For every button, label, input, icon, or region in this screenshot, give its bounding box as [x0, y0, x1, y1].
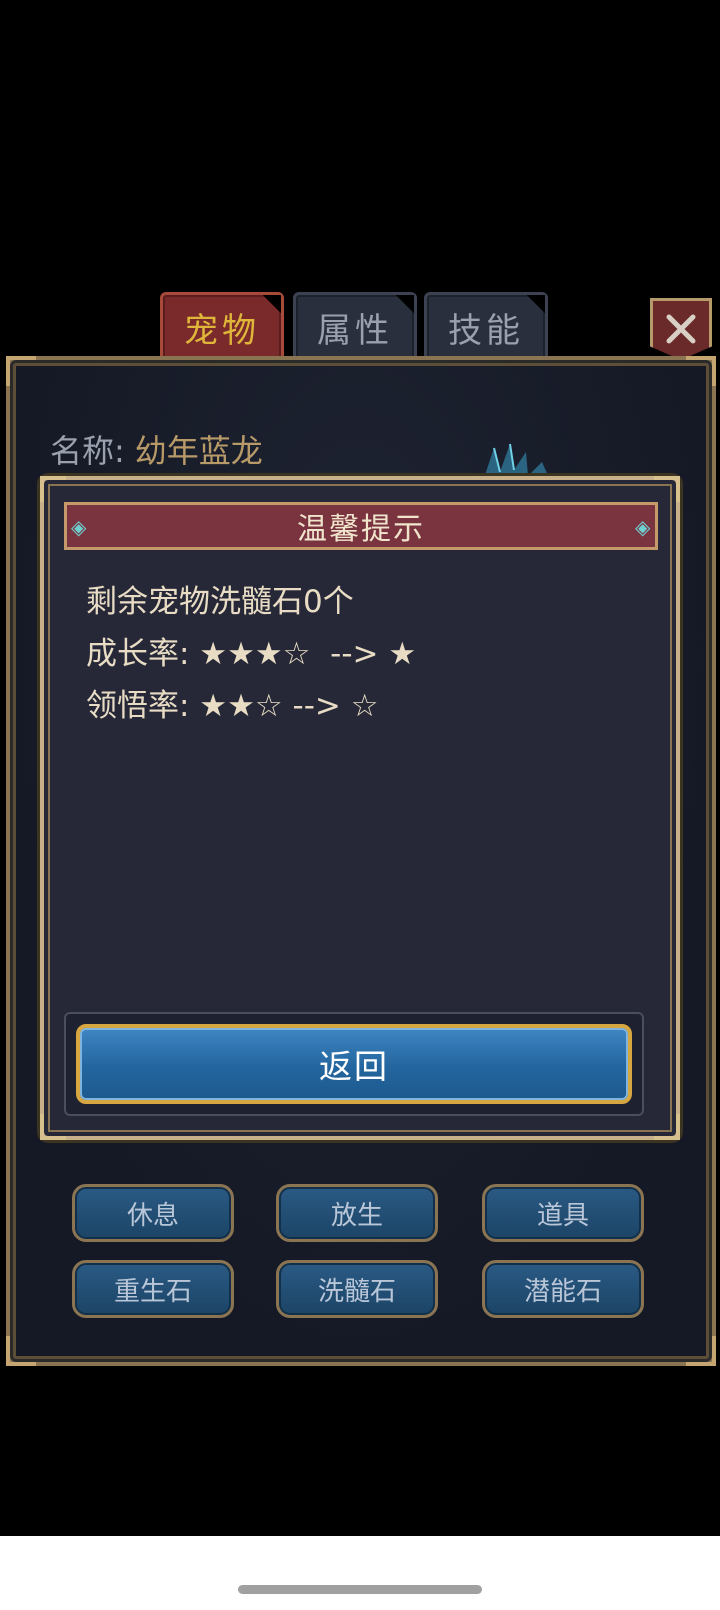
- diamond-icon: ◈: [635, 515, 653, 539]
- release-button-label: 放生: [330, 1200, 383, 1231]
- rebirth-stone-button[interactable]: 重生石: [72, 1260, 234, 1318]
- tab-skills[interactable]: 技能: [424, 292, 548, 362]
- corner-ornament: [40, 476, 66, 502]
- close-icon: [666, 314, 696, 344]
- home-indicator[interactable]: [238, 1585, 482, 1594]
- system-nav-bar: [0, 1536, 720, 1610]
- rest-button[interactable]: 休息: [72, 1184, 234, 1242]
- corner-ornament: [686, 1336, 716, 1366]
- diamond-icon: ◈: [71, 515, 89, 539]
- rest-button-label: 休息: [126, 1200, 179, 1231]
- return-button[interactable]: 返回: [76, 1024, 632, 1104]
- return-button-frame: 返回: [64, 1012, 644, 1116]
- dialog-title: 温馨提示: [297, 512, 425, 547]
- tab-pet[interactable]: 宠物: [160, 292, 284, 362]
- tab-pet-label: 宠物: [184, 310, 260, 351]
- dialog-message: 剩余宠物洗髓石0个 成长率: ★★★☆ --> ★ 领悟率: ★★☆ --> ☆: [86, 576, 646, 732]
- corner-ornament: [40, 1114, 66, 1140]
- pet-name-row: 名称: 幼年蓝龙: [50, 426, 334, 480]
- corner-ornament: [6, 356, 36, 386]
- tab-attributes-label: 属性: [317, 310, 393, 351]
- remaining-stones-text: 剩余宠物洗髓石0个: [86, 584, 354, 620]
- close-button[interactable]: [650, 298, 712, 360]
- items-button[interactable]: 道具: [482, 1184, 644, 1242]
- corner-ornament: [6, 1336, 36, 1366]
- corner-ornament: [654, 476, 680, 502]
- dialog-title-bar: ◈ 温馨提示 ◈: [64, 502, 658, 550]
- cleansing-stone-button-label: 洗髓石: [317, 1276, 396, 1307]
- pet-name-value: 幼年蓝龙: [134, 432, 263, 470]
- corner-ornament: [654, 1114, 680, 1140]
- tab-skills-label: 技能: [448, 310, 524, 351]
- corner-ornament: [686, 356, 716, 386]
- cleansing-stone-button[interactable]: 洗髓石: [276, 1260, 438, 1318]
- growth-rate-text: 成长率: ★★★☆ --> ★: [86, 636, 417, 672]
- rebirth-stone-button-label: 重生石: [113, 1276, 192, 1307]
- tip-dialog: ◈ 温馨提示 ◈ 剩余宠物洗髓石0个 成长率: ★★★☆ --> ★ 领悟率: …: [40, 476, 680, 1140]
- items-button-label: 道具: [536, 1200, 589, 1231]
- release-button[interactable]: 放生: [276, 1184, 438, 1242]
- potential-stone-button-label: 潜能石: [523, 1276, 602, 1307]
- comprehension-rate-text: 领悟率: ★★☆ --> ☆: [86, 688, 379, 724]
- tab-attributes[interactable]: 属性: [293, 292, 417, 362]
- game-screen: 宠物 属性 技能 名称: 幼年蓝龙 休息 放生 道具 重生石 洗髓石 潜能石 ◈…: [0, 0, 720, 1610]
- potential-stone-button[interactable]: 潜能石: [482, 1260, 644, 1318]
- return-button-label: 返回: [319, 1047, 389, 1086]
- pet-name-label: 名称:: [50, 432, 125, 470]
